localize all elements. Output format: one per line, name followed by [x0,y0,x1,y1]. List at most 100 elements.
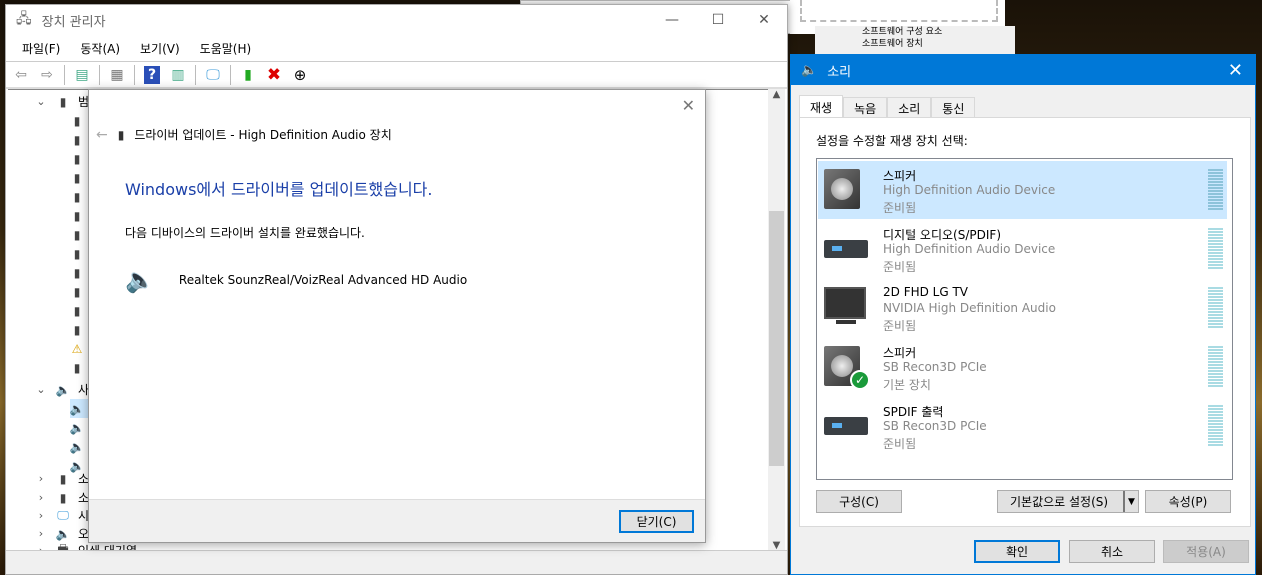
usb-icon: ▮ [73,246,81,261]
separator [134,64,135,85]
tree-item-audio-device[interactable]: 🔈 [69,418,85,437]
software-component-icon: ▮ [59,471,67,486]
tree-item-usb-device[interactable]: ▮ [70,358,84,377]
chevron-right-icon[interactable]: › [34,472,48,485]
dropdown-arrow-icon[interactable]: ▼ [1123,491,1138,512]
device-name: 스피커 [883,346,917,360]
speaker-icon: 🔈 [69,401,85,416]
usb-icon: ▮ [73,360,81,375]
separator [99,64,100,85]
tree-item-usb[interactable]: ⌄ ▮ 범 [34,92,89,111]
usb-icon: ▮ [73,151,81,166]
chevron-right-icon[interactable]: › [34,509,48,522]
forward-icon[interactable]: ⇨ [36,64,58,86]
show-hide-tree-icon[interactable]: ▤ [71,64,93,86]
tree-item-usb-device[interactable]: ▮ [70,149,84,168]
scan-hardware-icon[interactable]: 🖵 [202,64,224,86]
playback-device-item[interactable]: 디지털 오디오(S/PDIF) High Definition Audio Dev… [818,220,1227,278]
tree-item-usb-device[interactable]: ▮ [70,301,84,320]
tree-item-usb-device[interactable]: ⚠ [70,339,84,358]
minimize-button[interactable]: — [649,5,695,35]
vertical-scrollbar[interactable]: ▲ ▼ [768,89,785,551]
device-name: 디지털 오디오(S/PDIF) [883,228,1001,242]
action-pane-icon[interactable]: ▥ [167,64,189,86]
maximize-button[interactable]: ☐ [695,5,741,35]
help-icon[interactable]: ? [141,64,163,86]
properties-icon[interactable]: ▦ [106,64,128,86]
dialog-header: 드라이버 업데이트 - High Definition Audio 장치 [134,128,392,142]
tree-item-usb-device[interactable]: ▮ [70,168,84,187]
tree-item-usb-device[interactable]: ▮ [70,206,84,225]
tree-item-software-components[interactable]: › ▮ 소 [34,469,89,488]
sound-close-button[interactable]: ✕ [1228,60,1243,81]
scrollbar-thumb[interactable] [769,211,784,466]
back-icon[interactable]: ⇦ [10,64,32,86]
properties-button[interactable]: 속성(P) [1145,490,1231,513]
toolbar: ⇦ ⇨ ▤ ▦ ? ▥ 🖵 ▮ ✖ ⊕ [6,61,787,89]
tree-item-system-devices[interactable]: › 🖵 시 [34,506,89,525]
monitor-icon [824,287,868,331]
device-status: 준비됨 [883,260,917,274]
speaker-icon: 🔈 [69,420,85,435]
tree-item-usb-device[interactable]: ▮ [70,187,84,206]
ok-button[interactable]: 확인 [974,540,1060,563]
close-dialog-button[interactable]: 닫기(C) [619,510,694,533]
menu-view[interactable]: 보기(V) [130,40,190,57]
device-driver: SB Recon3D PCIe [883,419,987,433]
tree-item-usb-device[interactable]: ▮ [70,225,84,244]
menu-file[interactable]: 파일(F) [12,40,70,57]
playback-device-item[interactable]: SPDIF 출력 SB Recon3D PCIe 준비됨 [818,397,1227,455]
chevron-down-icon[interactable]: ⌄ [34,383,48,396]
close-button[interactable]: ✕ [741,5,787,35]
disable-icon[interactable]: ⊕ [289,64,311,86]
device-name: SPDIF 출력 [883,405,944,419]
speaker-icon: 🔈 [55,382,71,397]
dialog-close-button[interactable]: ✕ [682,96,695,115]
playback-device-item[interactable]: 스피커 High Definition Audio Device 준비됨 [818,161,1227,219]
device-status: 준비됨 [883,201,917,215]
tree-item-sound[interactable]: ⌄ 🔈 사 [34,380,89,399]
tree-item-usb-device[interactable]: ▮ [70,320,84,339]
volume-meter [1208,405,1223,447]
set-default-button[interactable]: 기본값으로 설정(S) ▼ [997,490,1139,513]
usb-icon: ▮ [73,303,81,318]
volume-meter [1208,287,1223,329]
update-driver-icon[interactable]: ▮ [237,64,259,86]
tree-item-audio-device[interactable]: 🔈 [69,437,85,456]
cancel-button[interactable]: 취소 [1069,540,1155,563]
tree-item-usb-device[interactable]: ▮ [70,282,84,301]
tree-item-usb-device[interactable]: ▮ [70,130,84,149]
playback-device-item[interactable]: ✓ 스피커 SB Recon3D PCIe 기본 장치 [818,338,1227,396]
tab-playback[interactable]: 재생 [799,95,844,118]
usb-icon: ▮ [73,170,81,185]
playback-device-list[interactable]: 스피커 High Definition Audio Device 준비됨 디지털 오디… [816,158,1233,480]
back-button[interactable]: ← [96,127,108,143]
default-check-icon: ✓ [850,370,870,390]
apply-button[interactable]: 적용(A) [1163,540,1249,563]
tree-item-usb-device[interactable]: ▮ [70,244,84,263]
playback-device-item[interactable]: 2D FHD LG TV NVIDIA High Definition Audio… [818,279,1227,337]
dialog-message: 다음 디바이스의 드라이버 설치를 완료했습니다. [125,226,365,240]
menu-help[interactable]: 도움말(H) [190,40,262,57]
warning-icon: ⚠ [71,341,83,356]
tree-item-software-devices[interactable]: › ▮ 소 [34,488,89,507]
tab-recording[interactable]: 녹음 [843,97,888,118]
chevron-right-icon[interactable]: › [34,491,48,504]
chevron-right-icon[interactable]: › [34,527,48,540]
configure-button[interactable]: 구성(C) [816,490,902,513]
tree-item-usb-device[interactable]: ▮ [70,111,84,130]
separator [195,64,196,85]
receiver-icon [824,228,868,272]
chevron-down-icon[interactable]: ⌄ [34,95,48,108]
device-driver: SB Recon3D PCIe [883,360,987,374]
background-tree-item: 소프트웨어 구성 요소 [862,27,943,37]
uninstall-icon[interactable]: ✖ [263,64,285,86]
usb-icon: ▮ [73,227,81,242]
tree-item-usb-device[interactable]: ▮ [70,263,84,282]
scroll-up-icon[interactable]: ▲ [768,89,785,100]
tab-communications[interactable]: 통신 [931,97,976,118]
system-device-icon: 🖵 [57,508,69,522]
speaker-icon: 🔈 [69,439,85,454]
menu-action[interactable]: 동작(A) [70,40,130,57]
tab-sounds[interactable]: 소리 [887,97,932,118]
